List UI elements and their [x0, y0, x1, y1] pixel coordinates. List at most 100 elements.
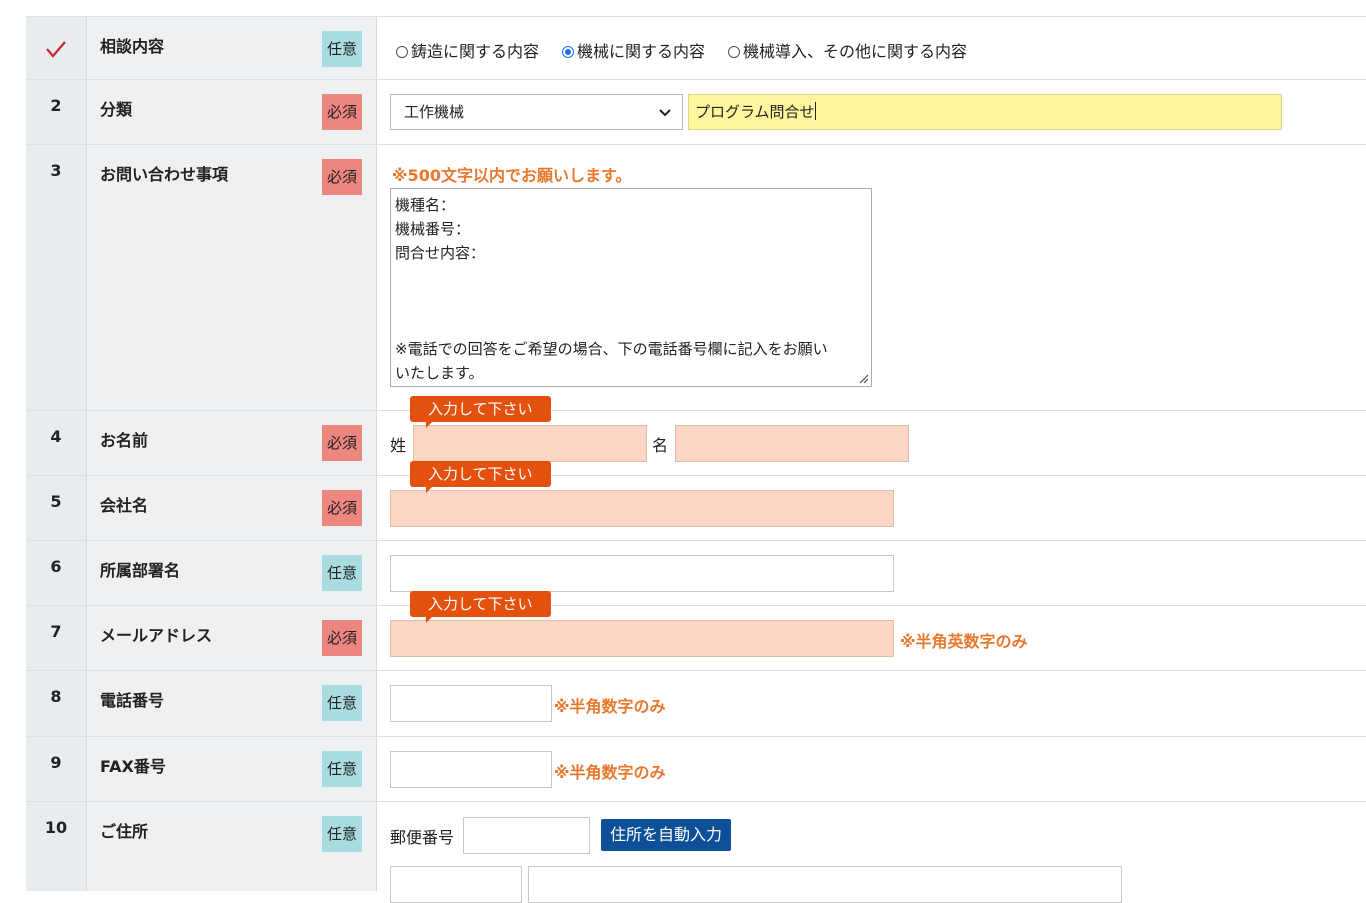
textarea-line: 機械番号： — [395, 220, 471, 238]
fax-fields: ※半角数字のみ — [377, 737, 1366, 802]
radio-checked-icon — [562, 46, 574, 58]
row-number: 4 — [26, 411, 87, 476]
optional-badge: 任意 — [322, 751, 362, 787]
email-fields: ※半角英数字のみ 入力して下さい — [377, 591, 1366, 671]
row-number-text: 5 — [50, 492, 62, 511]
row-label-cell: お名前 必須 — [87, 411, 377, 476]
phone-input[interactable] — [390, 685, 552, 722]
category-select-value: 工作機械 — [404, 103, 465, 121]
chevron-down-icon — [659, 109, 671, 117]
form-row-fax: 9 FAX番号 任意 ※半角数字のみ — [26, 736, 1366, 802]
address-fields: 郵便番号 住所を自動入力 — [377, 802, 1366, 903]
row-label-cell: 所属部署名 任意 — [87, 541, 377, 606]
row-label-cell: 分類 必須 — [87, 80, 377, 145]
optional-badge: 任意 — [322, 685, 362, 721]
category-detail-input[interactable]: プログラム問合せ — [688, 94, 1282, 130]
char-limit-note: ※500文字以内でお願いします。 — [392, 166, 632, 185]
consult-radio-group: 鋳造に関する内容 機械に関する内容 機械導入、その他に関する内容 — [377, 17, 1366, 80]
radio-label: 鋳造に関する内容 — [411, 42, 540, 61]
required-badge: 必須 — [322, 490, 362, 526]
row-label: 電話番号 — [100, 691, 165, 710]
row-label: FAX番号 — [100, 757, 166, 776]
inquiry-textarea[interactable]: 機種名： 機械番号： 問合せ内容： ※電話での回答をご希望の場合、下の電話番号欄… — [390, 188, 872, 387]
row-label: お名前 — [100, 431, 149, 450]
radio-other[interactable]: 機械導入、その他に関する内容 — [728, 38, 967, 62]
radio-machine[interactable]: 機械に関する内容 — [562, 38, 705, 62]
row-label-cell: ご住所 任意 — [87, 802, 377, 891]
checkmark-icon — [46, 41, 66, 58]
row-number-text: 6 — [50, 557, 62, 576]
text-cursor — [814, 102, 816, 120]
resize-handle-icon[interactable] — [857, 372, 869, 384]
radio-icon — [396, 46, 408, 58]
form-row-address: 10 ご住所 任意 郵便番号 住所を自動入力 — [26, 801, 1366, 903]
prefecture-select[interactable] — [390, 866, 522, 903]
row-number — [26, 17, 87, 80]
email-input[interactable] — [390, 620, 894, 657]
email-format-note: ※半角英数字のみ — [900, 632, 1028, 651]
row-number: 5 — [26, 476, 87, 541]
validation-tooltip: 入力して下さい — [410, 396, 551, 428]
required-badge: 必須 — [322, 94, 362, 130]
phone-fields: ※半角数字のみ — [377, 671, 1366, 737]
required-badge: 必須 — [322, 159, 362, 195]
required-badge: 必須 — [322, 620, 362, 656]
row-label: 相談内容 — [100, 37, 165, 56]
form-row-phone: 8 電話番号 任意 ※半角数字のみ — [26, 670, 1366, 737]
textarea-blank — [395, 265, 867, 337]
form-row-name: 4 お名前 必須 姓 名 入力して下さい — [26, 396, 1366, 476]
row-number: 6 — [26, 541, 87, 606]
form-row-email: 7 メールアドレス 必須 ※半角英数字のみ 入力して下さい — [26, 591, 1366, 671]
form-row-department: 6 所属部署名 任意 — [26, 540, 1366, 606]
address-input[interactable] — [528, 866, 1122, 903]
fax-input[interactable] — [390, 751, 552, 788]
department-input[interactable] — [390, 555, 894, 592]
row-label-cell: 会社名 必須 — [87, 476, 377, 541]
sei-label: 姓 — [390, 436, 407, 455]
zip-input[interactable] — [463, 817, 590, 854]
validation-tooltip: 入力して下さい — [410, 591, 551, 623]
row-label-cell: 相談内容 任意 — [87, 17, 377, 80]
category-select[interactable]: 工作機械 — [390, 94, 683, 130]
zip-label: 郵便番号 — [390, 828, 455, 847]
form-row-category: 2 分類 必須 工作機械 プログラム問合せ — [26, 79, 1366, 145]
row-number: 2 — [26, 80, 87, 145]
row-number-text: 4 — [50, 427, 62, 446]
row-label-cell: お問い合わせ事項 必須 — [87, 145, 377, 411]
inquiry-fields: ※500文字以内でお願いします。 機種名： 機械番号： 問合せ内容： ※電話での… — [377, 145, 1366, 411]
row-label-cell: FAX番号 任意 — [87, 737, 377, 802]
phone-format-note: ※半角数字のみ — [554, 697, 666, 716]
row-number-text: 2 — [50, 96, 62, 115]
row-number: 8 — [26, 671, 87, 737]
optional-badge: 任意 — [322, 31, 362, 67]
row-label: お問い合わせ事項 — [100, 165, 229, 184]
first-name-input[interactable] — [675, 425, 909, 462]
optional-badge: 任意 — [322, 816, 362, 852]
auto-fill-address-button[interactable]: 住所を自動入力 — [601, 819, 732, 851]
radio-icon — [728, 46, 740, 58]
row-number-text: 9 — [50, 753, 62, 772]
row-number: 10 — [26, 802, 87, 891]
row-number-text: 8 — [50, 687, 62, 706]
last-name-input[interactable] — [413, 425, 647, 462]
radio-casting[interactable]: 鋳造に関する内容 — [396, 38, 539, 62]
required-badge: 必須 — [322, 425, 362, 461]
row-label: 所属部署名 — [100, 561, 181, 580]
form-row-company: 5 会社名 必須 入力して下さい — [26, 461, 1366, 541]
textarea-line: いたします。 — [395, 364, 484, 382]
row-number: 3 — [26, 145, 87, 411]
textarea-line: 機種名： — [395, 196, 456, 214]
company-input[interactable] — [390, 490, 894, 527]
row-number: 7 — [26, 606, 87, 671]
form-row-inquiry: 3 お問い合わせ事項 必須 ※500文字以内でお願いします。 機種名： 機械番号… — [26, 144, 1366, 411]
radio-label: 機械導入、その他に関する内容 — [743, 42, 968, 61]
row-label: 分類 — [100, 100, 133, 119]
mei-label: 名 — [652, 436, 669, 455]
row-label-cell: メールアドレス 必須 — [87, 606, 377, 671]
fax-format-note: ※半角数字のみ — [554, 763, 666, 782]
row-label: ご住所 — [100, 822, 149, 841]
textarea-line: 問合せ内容： — [395, 244, 486, 262]
category-detail-value: プログラム問合せ — [695, 103, 815, 121]
company-fields: 入力して下さい — [377, 461, 1366, 541]
textarea-line: ※電話での回答をご希望の場合、下の電話番号欄に記入をお願い — [395, 340, 828, 358]
